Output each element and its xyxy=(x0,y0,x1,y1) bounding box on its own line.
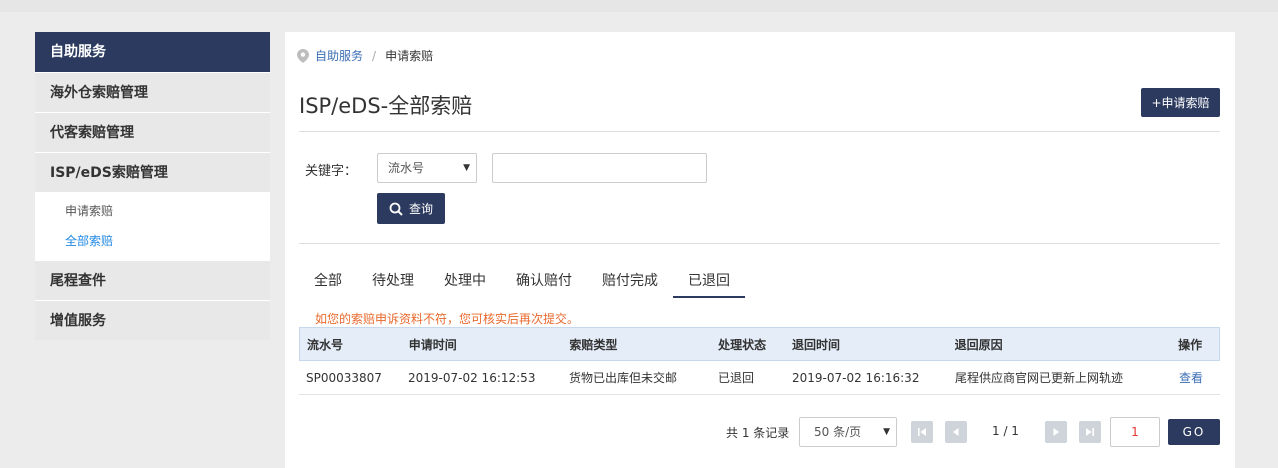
cell-return-reason: 尾程供应商官网已更新上网轨迹 xyxy=(955,371,1124,385)
search-field-select-value: 流水号 xyxy=(388,161,425,175)
status-tabs: 全部 待处理 处理中 确认赔付 赔付完成 已退回 xyxy=(299,268,745,298)
next-page-icon xyxy=(1053,428,1059,436)
apply-claim-button[interactable]: +申请索赔 xyxy=(1141,88,1220,117)
page-info: 1 / 1 xyxy=(992,424,1019,438)
tab-all[interactable]: 全部 xyxy=(299,268,357,298)
first-page-button[interactable] xyxy=(911,421,933,443)
sidebar-subitem-all-claims[interactable]: 全部索赔 xyxy=(35,226,270,256)
caret-down-icon: ▼ xyxy=(883,427,890,437)
go-button[interactable]: GO xyxy=(1168,419,1220,445)
tab-returned[interactable]: 已退回 xyxy=(673,268,745,298)
cell-apply-time: 2019-07-02 16:12:53 xyxy=(408,370,536,385)
total-records: 共 1 条记录 xyxy=(726,426,790,440)
divider xyxy=(299,131,1220,132)
pagination: 共 1 条记录 50 条/页 ▼ 1 / 1 1 GO xyxy=(285,417,1235,447)
breadcrumb-current: 申请索赔 xyxy=(385,49,434,63)
tab-confirm-payment[interactable]: 确认赔付 xyxy=(501,268,587,298)
cell-status: 已退回 xyxy=(718,371,755,385)
keyword-input[interactable] xyxy=(492,153,707,183)
sidebar-item-last-mile-tracking[interactable]: 尾程查件 xyxy=(35,260,270,300)
breadcrumb: 自助服务 / 申请索赔 xyxy=(297,47,433,64)
sidebar-item-isp-eds-claims[interactable]: ISP/eDS索赔管理 xyxy=(35,152,270,192)
prev-page-button[interactable] xyxy=(945,421,967,443)
page-title: ISP/eDS-全部索赔 xyxy=(299,94,473,118)
next-page-button[interactable] xyxy=(1045,421,1067,443)
search-field-select[interactable]: 流水号 ▼ xyxy=(377,153,477,183)
sidebar-item-value-added[interactable]: 增值服务 xyxy=(35,300,270,340)
column-header: 索赔类型 xyxy=(569,337,618,352)
table-header: 流水号 申请时间 索赔类型 处理状态 退回时间 退回原因 操作 xyxy=(299,327,1220,361)
sidebar-item-overseas-claims[interactable]: 海外仓索赔管理 xyxy=(35,72,270,112)
main-panel: 自助服务 / 申请索赔 ISP/eDS-全部索赔 +申请索赔 关键字： 流水号 … xyxy=(285,32,1235,468)
divider xyxy=(299,243,1220,244)
query-button-label: 查询 xyxy=(408,202,433,216)
sidebar-item-agent-claims[interactable]: 代客索赔管理 xyxy=(35,112,270,152)
notice-text: 如您的索赔申诉资料不符，您可核实后再次提交。 xyxy=(315,312,580,326)
tab-pending[interactable]: 待处理 xyxy=(357,268,429,298)
breadcrumb-parent-link[interactable]: 自助服务 xyxy=(315,47,363,64)
last-page-button[interactable] xyxy=(1079,421,1101,443)
sidebar-subitem-apply-claim[interactable]: 申请索赔 xyxy=(35,196,270,226)
view-link[interactable]: 查看 xyxy=(1179,371,1203,385)
sidebar: 自助服务 海外仓索赔管理 代客索赔管理 ISP/eDS索赔管理 申请索赔 全部索… xyxy=(35,32,270,340)
column-header: 操作 xyxy=(1178,337,1203,352)
first-page-icon xyxy=(918,428,926,436)
sidebar-submenu: 申请索赔 全部索赔 xyxy=(35,192,270,260)
cell-claim-type: 货物已出库但未交邮 xyxy=(569,371,678,385)
prev-page-icon xyxy=(953,428,959,436)
column-header: 处理状态 xyxy=(718,337,767,352)
breadcrumb-separator: / xyxy=(372,48,377,63)
query-button[interactable]: 查询 xyxy=(377,193,445,224)
location-pin-icon xyxy=(297,48,309,63)
cell-serial-number: SP00033807 xyxy=(306,370,382,385)
table-row: SP00033807 2019-07-02 16:12:53 货物已出库但未交邮… xyxy=(299,361,1220,395)
per-page-select[interactable]: 50 条/页 ▼ xyxy=(799,417,897,447)
page-number-input[interactable]: 1 xyxy=(1110,417,1160,447)
tab-payment-complete[interactable]: 赔付完成 xyxy=(587,268,673,298)
column-header: 退回时间 xyxy=(791,337,840,352)
per-page-value: 50 条/页 xyxy=(814,425,862,439)
caret-down-icon: ▼ xyxy=(463,163,470,173)
tab-processing[interactable]: 处理中 xyxy=(429,268,501,298)
column-header: 流水号 xyxy=(307,337,344,352)
keyword-label: 关键字： xyxy=(305,164,358,179)
cell-return-time: 2019-07-02 16:16:32 xyxy=(792,370,920,385)
top-bar xyxy=(0,0,1278,12)
column-header: 退回原因 xyxy=(954,337,1003,352)
last-page-icon xyxy=(1086,428,1094,436)
column-header: 申请时间 xyxy=(408,337,457,352)
claims-table: 流水号 申请时间 索赔类型 处理状态 退回时间 退回原因 操作 SP000338… xyxy=(299,327,1220,395)
sidebar-header: 自助服务 xyxy=(35,32,270,72)
search-icon xyxy=(389,202,403,216)
